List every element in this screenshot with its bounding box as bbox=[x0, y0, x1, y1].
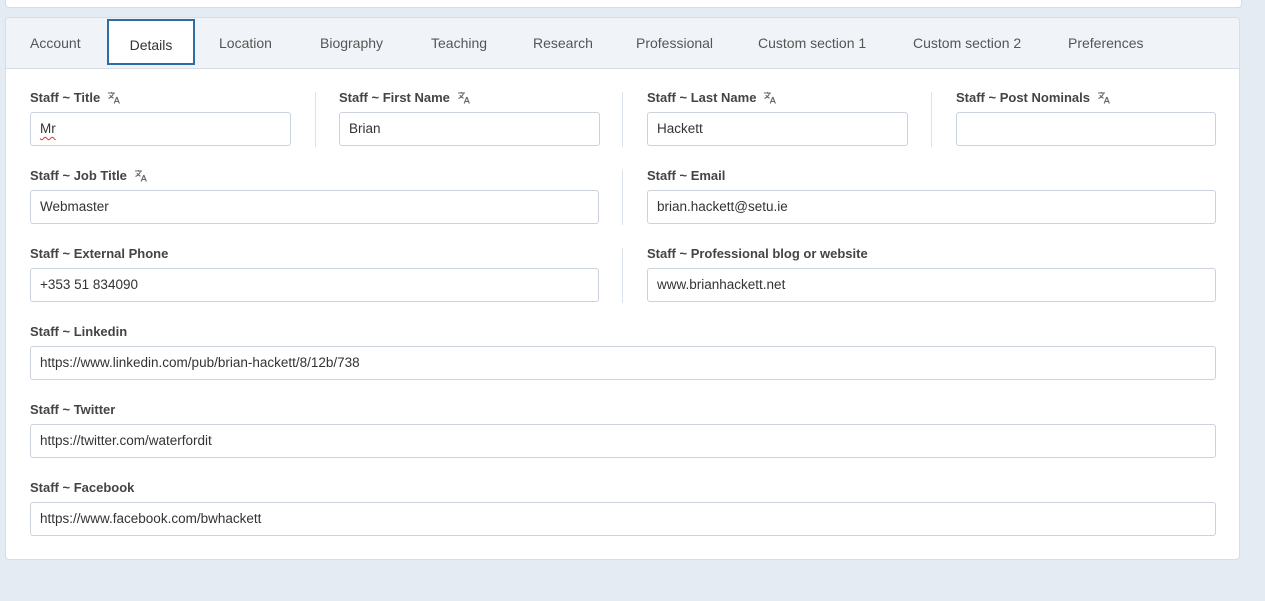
divider bbox=[931, 92, 932, 147]
title-input[interactable]: Mr bbox=[30, 112, 291, 146]
job-title-input[interactable]: Webmaster bbox=[30, 190, 599, 224]
first-name-input[interactable]: Brian bbox=[339, 112, 600, 146]
profile-panel: Account Details Location Biography Teach… bbox=[5, 17, 1240, 560]
tab-research[interactable]: Research bbox=[533, 18, 593, 68]
title-label-text: Staff ~ Title bbox=[30, 90, 101, 105]
first-name-label-text: Staff ~ First Name bbox=[339, 90, 450, 105]
translate-icon[interactable] bbox=[763, 91, 778, 104]
twitter-input[interactable]: https://twitter.com/waterfordit bbox=[30, 424, 1216, 458]
tab-custom-section-2[interactable]: Custom section 2 bbox=[913, 18, 1021, 68]
top-card bbox=[5, 0, 1242, 8]
linkedin-label: Staff ~ Linkedin bbox=[30, 324, 128, 339]
tab-location[interactable]: Location bbox=[219, 18, 272, 68]
facebook-label: Staff ~ Facebook bbox=[30, 480, 135, 495]
tab-professional[interactable]: Professional bbox=[636, 18, 713, 68]
email-input[interactable]: brian.hackett@setu.ie bbox=[647, 190, 1216, 224]
tab-teaching[interactable]: Teaching bbox=[431, 18, 487, 68]
last-name-label: Staff ~ Last Name bbox=[647, 90, 778, 105]
facebook-input[interactable]: https://www.facebook.com/bwhackett bbox=[30, 502, 1216, 536]
tab-custom-section-1[interactable]: Custom section 1 bbox=[758, 18, 866, 68]
twitter-label: Staff ~ Twitter bbox=[30, 402, 116, 417]
translate-icon[interactable] bbox=[1097, 91, 1112, 104]
blog-input[interactable]: www.brianhackett.net bbox=[647, 268, 1216, 302]
post-nominals-label: Staff ~ Post Nominals bbox=[956, 90, 1112, 105]
last-name-label-text: Staff ~ Last Name bbox=[647, 90, 757, 105]
last-name-input[interactable]: Hackett bbox=[647, 112, 908, 146]
tab-bar: Account Details Location Biography Teach… bbox=[6, 18, 1239, 69]
divider bbox=[315, 92, 316, 147]
external-phone-input[interactable]: +353 51 834090 bbox=[30, 268, 599, 302]
post-nominals-input[interactable] bbox=[956, 112, 1216, 146]
title-value: Mr bbox=[40, 121, 56, 136]
email-label: Staff ~ Email bbox=[647, 168, 726, 183]
linkedin-input[interactable]: https://www.linkedin.com/pub/brian-hacke… bbox=[30, 346, 1216, 380]
divider bbox=[622, 170, 623, 225]
translate-icon[interactable] bbox=[134, 169, 149, 182]
divider bbox=[622, 92, 623, 147]
title-label: Staff ~ Title bbox=[30, 90, 122, 105]
first-name-label: Staff ~ First Name bbox=[339, 90, 472, 105]
tab-account[interactable]: Account bbox=[30, 18, 81, 68]
job-title-label-text: Staff ~ Job Title bbox=[30, 168, 127, 183]
tab-details[interactable]: Details bbox=[107, 19, 195, 65]
tab-biography[interactable]: Biography bbox=[320, 18, 383, 68]
external-phone-label: Staff ~ External Phone bbox=[30, 246, 169, 261]
tab-preferences[interactable]: Preferences bbox=[1068, 18, 1143, 68]
translate-icon[interactable] bbox=[107, 91, 122, 104]
post-nominals-label-text: Staff ~ Post Nominals bbox=[956, 90, 1090, 105]
job-title-label: Staff ~ Job Title bbox=[30, 168, 149, 183]
blog-label: Staff ~ Professional blog or website bbox=[647, 246, 868, 261]
divider bbox=[622, 248, 623, 303]
translate-icon[interactable] bbox=[457, 91, 472, 104]
